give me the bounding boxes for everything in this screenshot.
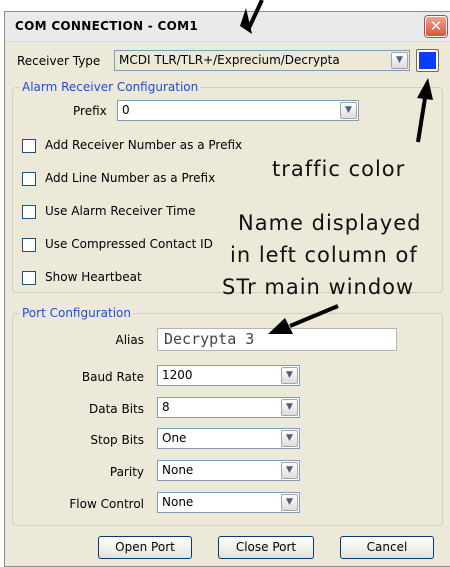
arrow-icon [268,304,339,334]
arrow-icon [416,78,433,143]
annotation-arrows [240,0,433,334]
arrow-icon [240,0,264,34]
